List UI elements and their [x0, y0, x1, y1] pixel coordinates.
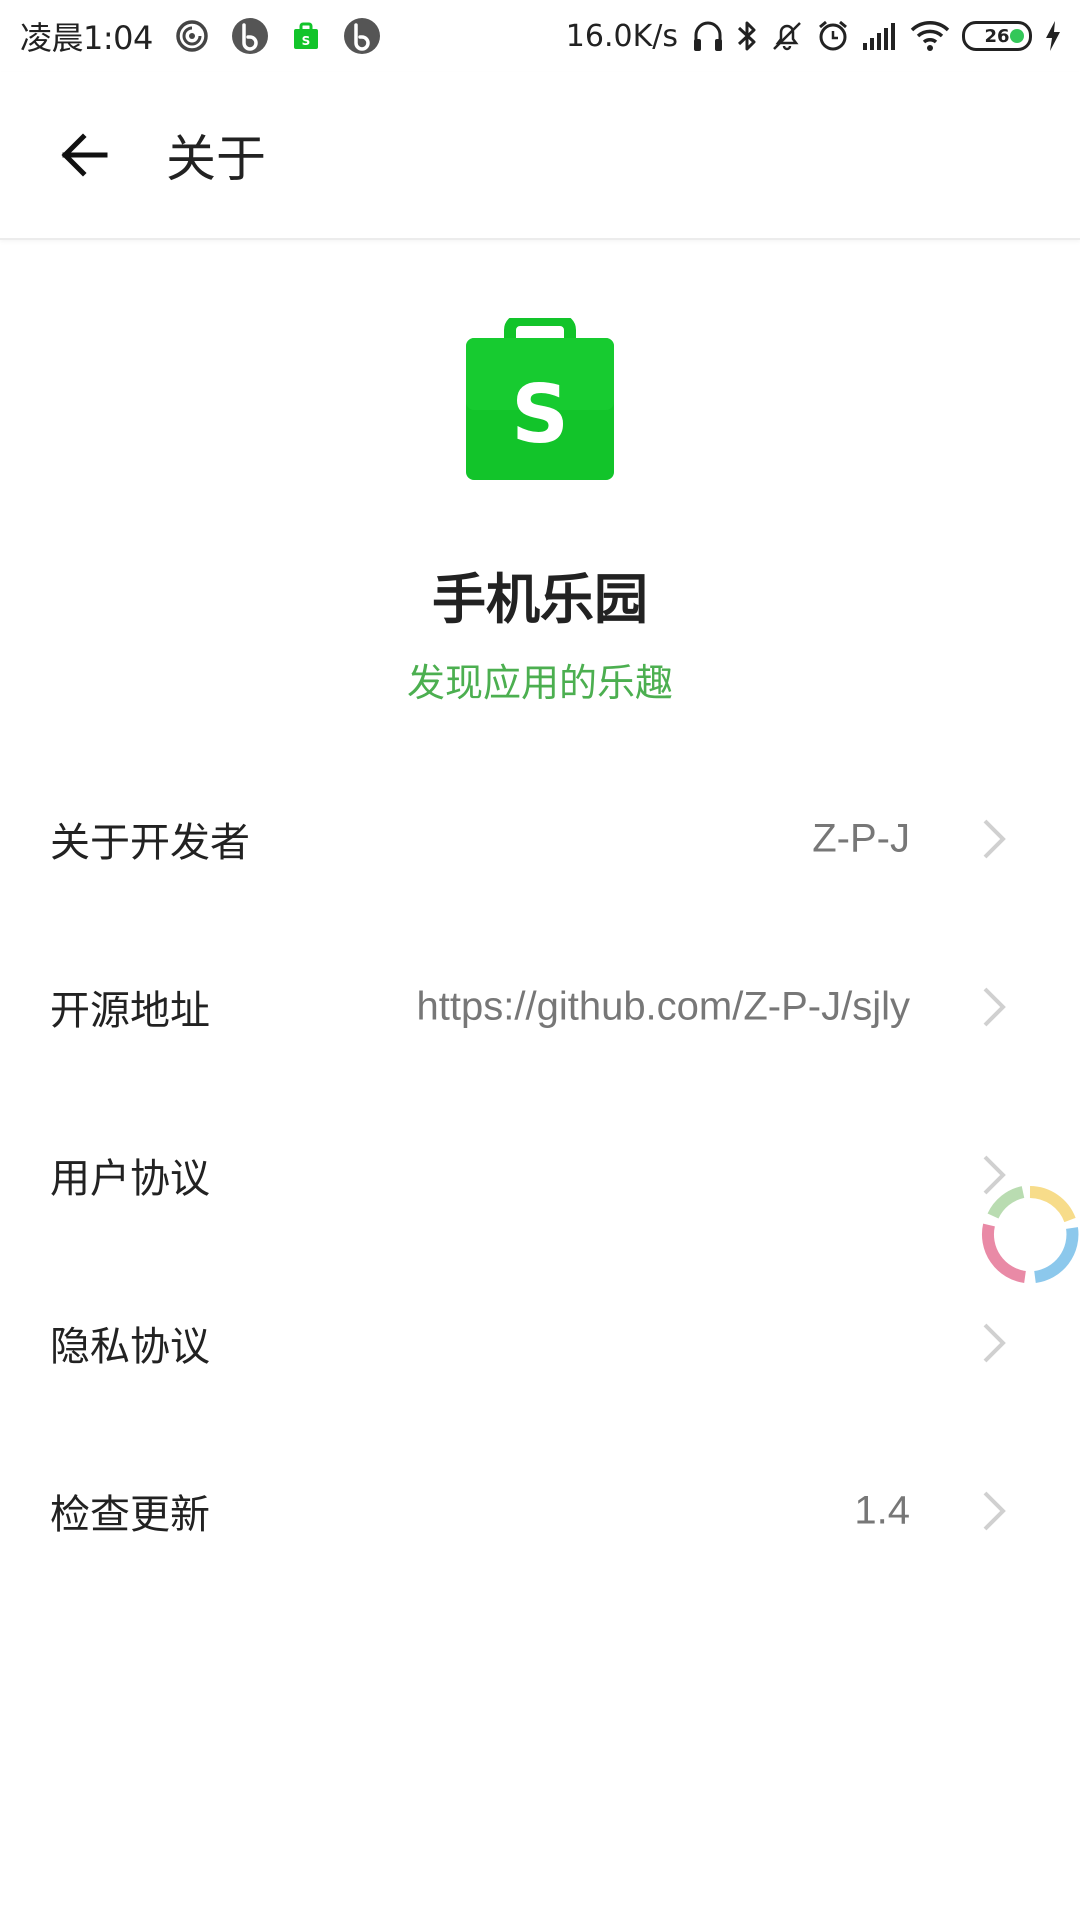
- status-bar-left: 凌晨1:04 S: [20, 0, 381, 72]
- wifi-icon: [910, 20, 950, 52]
- signal-icon: [862, 21, 898, 51]
- bilibili-icon: [231, 17, 269, 55]
- logo-letter: S: [511, 368, 569, 461]
- bilibili-icon: [343, 17, 381, 55]
- netease-music-icon: [175, 19, 209, 53]
- page-title: 关于: [166, 130, 266, 188]
- charging-icon: [1044, 20, 1062, 52]
- row-label: 隐私协议: [50, 1324, 210, 1370]
- chevron-right-icon: [983, 1323, 1006, 1363]
- settings-list: 关于开发者 Z-P-J 开源地址 https://github.com/Z-P-…: [0, 755, 1080, 1595]
- status-bar-right: 16.0K/s 26: [566, 0, 1062, 72]
- row-label: 检查更新: [50, 1492, 210, 1538]
- row-label: 关于开发者: [50, 820, 250, 866]
- settings-row-source[interactable]: 开源地址 https://github.com/Z-P-J/sjly: [0, 923, 1080, 1091]
- back-button[interactable]: [34, 105, 134, 205]
- battery-icon: 26: [962, 21, 1032, 51]
- app-name: 手机乐园: [432, 568, 648, 631]
- shop-bag-logo-icon: S: [466, 318, 614, 480]
- svg-text:S: S: [302, 34, 311, 48]
- settings-row-privacy[interactable]: 隐私协议: [0, 1259, 1080, 1427]
- chevron-right-icon: [983, 819, 1006, 859]
- status-bar: 凌晨1:04 S 16.0K/s 26: [0, 0, 1080, 72]
- arrow-left-icon: [61, 133, 108, 177]
- mute-icon: [770, 19, 804, 53]
- row-value: Z-P-J: [812, 816, 910, 861]
- settings-row-check-update[interactable]: 检查更新 1.4: [0, 1427, 1080, 1595]
- settings-row-user-agreement[interactable]: 用户协议: [0, 1091, 1080, 1259]
- app-bar: 关于: [0, 72, 1080, 240]
- chevron-right-icon: [983, 987, 1006, 1027]
- row-value: 1.4: [854, 1488, 910, 1533]
- row-value: https://github.com/Z-P-J/sjly: [416, 984, 910, 1029]
- bluetooth-icon: [736, 19, 758, 53]
- app-slogan: 发现应用的乐趣: [406, 661, 673, 705]
- status-time: 凌晨1:04: [20, 19, 153, 57]
- network-speed: 16.0K/s: [565, 18, 678, 54]
- floating-ball-icon[interactable]: [975, 1180, 1080, 1290]
- row-label: 用户协议: [50, 1156, 210, 1202]
- row-label: 开源地址: [50, 988, 210, 1034]
- shop-bag-icon: S: [291, 21, 321, 51]
- chevron-right-icon: [983, 1491, 1006, 1531]
- alarm-icon: [816, 19, 850, 53]
- settings-row-developer[interactable]: 关于开发者 Z-P-J: [0, 755, 1080, 923]
- app-logo-wrap: S: [0, 318, 1080, 484]
- battery-level: 26: [984, 25, 1010, 47]
- headphones-icon: [692, 19, 724, 53]
